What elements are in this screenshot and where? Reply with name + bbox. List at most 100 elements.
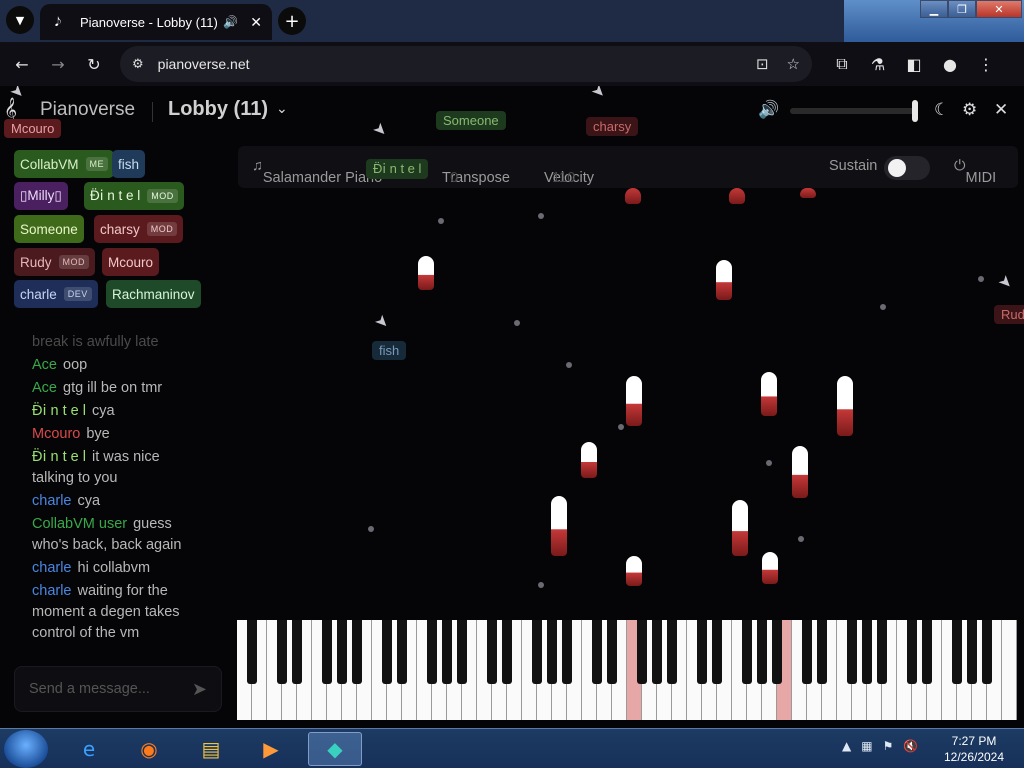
pianoverse-logo-icon[interactable]: 𝄞 bbox=[4, 98, 17, 123]
new-tab-button[interactable]: + bbox=[278, 7, 306, 35]
user-badge[interactable]: charsy MOD bbox=[94, 215, 184, 243]
menu-icon[interactable]: ⋮ bbox=[968, 46, 1004, 82]
room-name[interactable]: Lobby (11) bbox=[168, 98, 268, 121]
black-key[interactable] bbox=[817, 620, 827, 684]
extensions-icon[interactable]: ⧉ bbox=[824, 46, 860, 82]
user-badge[interactable]: ▯Milly▯ bbox=[14, 182, 68, 210]
reload-icon[interactable]: ↻ bbox=[76, 46, 112, 82]
black-key[interactable] bbox=[757, 620, 767, 684]
black-key[interactable] bbox=[382, 620, 392, 684]
chat-input-box[interactable]: ➤ bbox=[14, 666, 222, 712]
user-badge[interactable]: fish bbox=[112, 150, 146, 178]
site-info-icon[interactable]: ⚙ bbox=[132, 57, 144, 72]
black-key[interactable] bbox=[637, 620, 647, 684]
black-key[interactable] bbox=[322, 620, 332, 684]
clock[interactable]: 7:27 PM 12/26/2024 bbox=[936, 733, 1012, 765]
black-key[interactable] bbox=[427, 620, 437, 684]
user-badge[interactable]: CollabVM ME bbox=[14, 150, 115, 178]
black-key[interactable] bbox=[607, 620, 617, 684]
black-key[interactable] bbox=[487, 620, 497, 684]
maximize-button[interactable]: ❐ bbox=[948, 0, 976, 18]
chat-author[interactable]: charle bbox=[32, 560, 72, 576]
address-bar[interactable]: ⚙ pianoverse.net ⊡ ☆ bbox=[120, 46, 812, 82]
volume-icon[interactable]: 🔊 bbox=[758, 100, 779, 120]
gear-icon[interactable]: ⚙ bbox=[962, 100, 977, 120]
black-key[interactable] bbox=[277, 620, 287, 684]
black-key[interactable] bbox=[442, 620, 452, 684]
explorer-icon[interactable]: ▤ bbox=[184, 732, 238, 766]
chat-author[interactable]: charle bbox=[32, 493, 72, 509]
chat-input[interactable] bbox=[29, 681, 192, 697]
url-text[interactable]: pianoverse.net bbox=[158, 56, 738, 72]
ie-icon[interactable]: e bbox=[62, 732, 116, 766]
black-key[interactable] bbox=[562, 620, 572, 684]
tab-search-button[interactable]: ▼ bbox=[6, 6, 34, 34]
chat-author[interactable]: Mcouro bbox=[32, 426, 80, 442]
velocity-value[interactable]: 110 bbox=[552, 170, 575, 186]
labs-icon[interactable]: ⚗ bbox=[860, 46, 896, 82]
media-player-icon[interactable]: ▶ bbox=[244, 732, 298, 766]
velocity-control[interactable]: Velocity 110 bbox=[544, 158, 594, 186]
black-key[interactable] bbox=[397, 620, 407, 684]
start-button[interactable] bbox=[4, 730, 48, 768]
moon-icon[interactable]: ☾ bbox=[934, 100, 949, 120]
bookmark-star-icon[interactable]: ☆ bbox=[787, 55, 800, 73]
black-key[interactable] bbox=[907, 620, 917, 684]
volume-slider[interactable] bbox=[790, 108, 916, 114]
profile-icon[interactable]: ● bbox=[932, 46, 968, 82]
volume-slider-thumb[interactable] bbox=[912, 100, 918, 122]
black-key[interactable] bbox=[847, 620, 857, 684]
user-badge[interactable]: Đ̈ⅰ n t e l MOD bbox=[84, 182, 184, 210]
user-badge[interactable]: charle DEV bbox=[14, 280, 98, 308]
tab-close-icon[interactable]: ✕ bbox=[250, 14, 262, 31]
midi-button[interactable]: ⏻ MIDI bbox=[954, 158, 996, 186]
chat-author[interactable]: CollabVM user bbox=[32, 516, 127, 532]
black-key[interactable] bbox=[952, 620, 962, 684]
black-key[interactable] bbox=[967, 620, 977, 684]
chat-author[interactable]: Đ̈ⅰ n t e l bbox=[32, 449, 86, 465]
forward-icon[interactable]: → bbox=[40, 46, 76, 82]
chevron-down-icon[interactable]: ⌄ bbox=[276, 101, 288, 117]
black-key[interactable] bbox=[772, 620, 782, 684]
firefox-icon[interactable]: ◉ bbox=[122, 732, 176, 766]
black-key[interactable] bbox=[697, 620, 707, 684]
close-window-button[interactable]: ✕ bbox=[976, 0, 1022, 18]
chat-author[interactable]: charle bbox=[32, 583, 72, 599]
back-icon[interactable]: ← bbox=[4, 46, 40, 82]
white-key[interactable] bbox=[1002, 620, 1017, 720]
user-badge[interactable]: Someone bbox=[14, 215, 84, 243]
volume-muted-icon[interactable]: 🔇 bbox=[903, 739, 918, 753]
transpose-value[interactable]: 0 bbox=[450, 170, 458, 186]
speaker-icon[interactable]: 🔊 bbox=[223, 15, 238, 29]
instrument-select[interactable]: ♫ Salamander Piano bbox=[252, 158, 382, 186]
chat-author[interactable]: Ace bbox=[32, 380, 57, 396]
instrument-name[interactable]: Salamander Piano bbox=[263, 170, 382, 186]
tray-arrow-icon[interactable]: ▲ bbox=[842, 739, 851, 753]
collabvm-icon[interactable]: ◆ bbox=[308, 732, 362, 766]
black-key[interactable] bbox=[502, 620, 512, 684]
black-key[interactable] bbox=[802, 620, 812, 684]
browser-tab[interactable]: 𝅘𝅥𝅮 Pianoverse - Lobby (11) 🔊 ✕ bbox=[40, 4, 272, 40]
close-icon[interactable]: ✕ bbox=[994, 100, 1008, 120]
piano-keyboard[interactable] bbox=[237, 620, 1017, 720]
black-key[interactable] bbox=[247, 620, 257, 684]
chat-author[interactable]: Đ̈ⅰ n t e l bbox=[32, 403, 86, 419]
user-badge[interactable]: Rachmaninov bbox=[106, 280, 201, 308]
network-icon[interactable]: ▦ bbox=[861, 739, 872, 753]
black-key[interactable] bbox=[742, 620, 752, 684]
flag-icon[interactable]: ⚑ bbox=[883, 739, 894, 753]
black-key[interactable] bbox=[547, 620, 557, 684]
minimize-button[interactable]: ▁ bbox=[920, 0, 948, 18]
user-badge[interactable]: Rudy MOD bbox=[14, 248, 96, 276]
black-key[interactable] bbox=[337, 620, 347, 684]
black-key[interactable] bbox=[652, 620, 662, 684]
black-key[interactable] bbox=[352, 620, 362, 684]
chat-author[interactable]: Ace bbox=[32, 357, 57, 373]
black-key[interactable] bbox=[922, 620, 932, 684]
black-key[interactable] bbox=[532, 620, 542, 684]
black-key[interactable] bbox=[712, 620, 722, 684]
logo-text[interactable]: Pianoverse bbox=[40, 99, 135, 121]
black-key[interactable] bbox=[877, 620, 887, 684]
side-panel-icon[interactable]: ◧ bbox=[896, 46, 932, 82]
black-key[interactable] bbox=[667, 620, 677, 684]
